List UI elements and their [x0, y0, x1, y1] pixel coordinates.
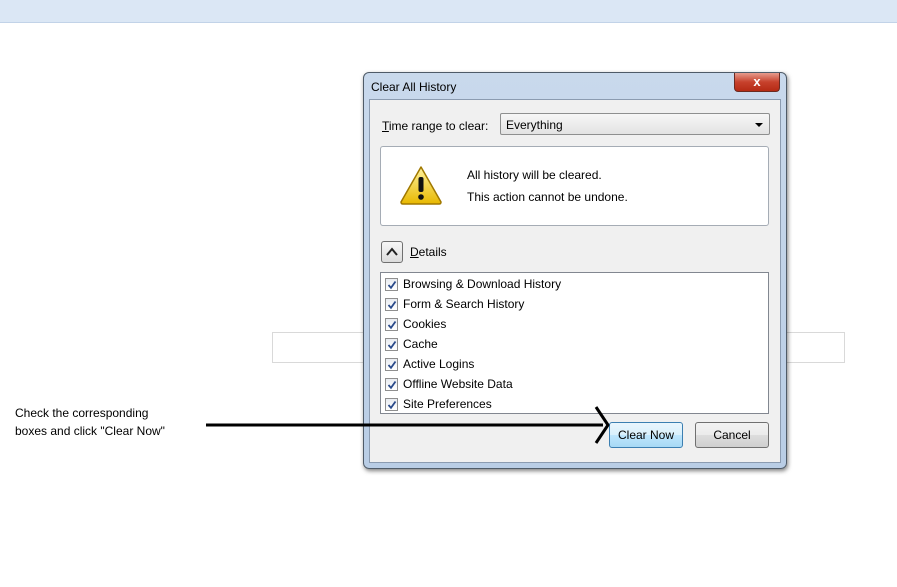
annotation-arrow-icon: [206, 406, 610, 444]
